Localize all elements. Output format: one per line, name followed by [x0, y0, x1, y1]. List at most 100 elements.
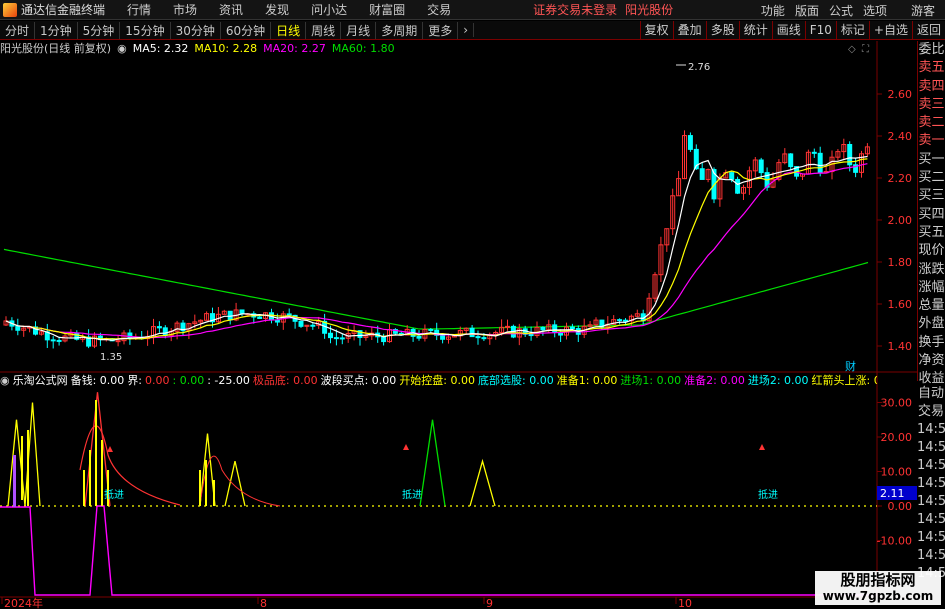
- candle-body: [156, 326, 162, 329]
- indicator-toggle-icon[interactable]: ◉: [0, 374, 10, 387]
- menu-gongshi[interactable]: 公式: [829, 2, 853, 19]
- indicator-value-9: 准备1: 0.00: [556, 374, 618, 387]
- red-arrow-icon: [107, 446, 113, 452]
- candle-body: [162, 327, 168, 336]
- period-monthly[interactable]: 月线: [341, 21, 377, 39]
- red-arrow-icon: [759, 444, 765, 450]
- bottom-sidebar-item-6[interactable]: 14:56: [917, 493, 945, 511]
- bottom-sidebar-item-3[interactable]: 14:56: [917, 439, 945, 457]
- tool-add-watchlist[interactable]: +自选: [868, 21, 912, 40]
- sidebar-item-17[interactable]: 净资: [918, 352, 945, 370]
- sidebar-item-0[interactable]: 委比: [918, 41, 945, 59]
- menu-wenxiaoda[interactable]: 问小达: [311, 1, 347, 18]
- sidebar-item-13[interactable]: 涨幅: [918, 279, 945, 297]
- menu-faxian[interactable]: 发现: [265, 1, 289, 18]
- sidebar-item-6[interactable]: 买一: [918, 151, 945, 169]
- tool-diejia[interactable]: 叠加: [672, 21, 706, 40]
- kline-chart[interactable]: 2.60 2.40 2.20 2.00 1.80 1.60 1.40 2.76 1.35 财 ◇ ⛶ 3…: [0, 0, 945, 609]
- watermark-logo: 股朋指标网 www.7gpzb.com: [815, 571, 941, 605]
- period-30min[interactable]: 30分钟: [171, 21, 221, 39]
- menu-shichang[interactable]: 市场: [173, 1, 197, 18]
- price-axis-label: 2.60: [888, 88, 913, 101]
- price-axis-label: 2.00: [888, 214, 913, 227]
- menu-gongneng[interactable]: 功能: [761, 2, 785, 19]
- sidebar-item-3[interactable]: 卖三: [918, 96, 945, 114]
- bottom-sidebar-item-2[interactable]: 14:56: [917, 421, 945, 439]
- bottom-sidebar-item-1[interactable]: 交易: [917, 403, 945, 421]
- candle-body: [333, 337, 339, 340]
- login-warning[interactable]: 证券交易未登录: [533, 1, 617, 18]
- period-more[interactable]: 更多: [423, 21, 459, 39]
- sidebar-item-4[interactable]: 卖二: [918, 114, 945, 132]
- candle-body: [481, 337, 487, 340]
- bottom-sidebar-item-8[interactable]: 14:56: [917, 529, 945, 547]
- menu-banmian[interactable]: 版面: [795, 2, 819, 19]
- ind-axis-label: 10.00: [881, 466, 913, 479]
- candle-body: [50, 339, 56, 342]
- period-daily[interactable]: 日线: [271, 21, 307, 39]
- menu-zixun[interactable]: 资讯: [219, 1, 243, 18]
- diamond-icon: ◇: [848, 44, 856, 55]
- candle-body: [758, 159, 764, 174]
- red-arrow-icon: [403, 444, 409, 450]
- chevron-right-icon[interactable]: ›: [458, 23, 475, 37]
- bottom-sidebar-item-5[interactable]: 14:56: [917, 475, 945, 493]
- tool-biaoji[interactable]: 标记: [835, 21, 869, 40]
- tool-huaxian[interactable]: 画线: [771, 21, 805, 40]
- period-5min[interactable]: 5分钟: [78, 21, 121, 39]
- signal-label: 抵进: [104, 488, 124, 501]
- ma10-value: MA10: 2.28: [194, 41, 258, 55]
- period-15min[interactable]: 15分钟: [120, 21, 171, 39]
- candle-body: [735, 178, 741, 194]
- tool-duogu[interactable]: 多股: [705, 21, 739, 40]
- candle-body: [416, 335, 422, 339]
- ma60-line: [3, 248, 869, 330]
- sidebar-item-14[interactable]: 总量: [918, 297, 945, 315]
- sidebar-item-8[interactable]: 买三: [918, 187, 945, 205]
- period-multi[interactable]: 多周期: [376, 21, 424, 39]
- value-badge: 2.11: [880, 487, 905, 500]
- tool-fuquan[interactable]: 复权: [639, 21, 673, 40]
- price-axis-label: 1.80: [888, 256, 913, 269]
- tool-back[interactable]: 返回: [911, 21, 945, 40]
- app-title: 通达信金融终端: [21, 3, 106, 17]
- bottom-sidebar-item-4[interactable]: 14:56: [917, 457, 945, 475]
- sidebar-item-15[interactable]: 外盘: [918, 315, 945, 333]
- sidebar-item-11[interactable]: 现价: [918, 242, 945, 260]
- candle-body: [339, 337, 345, 340]
- bottom-sidebar-item-7[interactable]: 14:56: [917, 511, 945, 529]
- sidebar-item-1[interactable]: 卖五: [918, 59, 945, 77]
- tool-f10[interactable]: F10: [804, 21, 836, 40]
- sidebar-item-9[interactable]: 买四: [918, 206, 945, 224]
- high-price-label: 2.76: [688, 62, 710, 73]
- expand-icon: ⛶: [861, 44, 870, 55]
- menu-xuanxiang[interactable]: 选项: [863, 2, 887, 19]
- indicator-peak: [224, 461, 246, 507]
- candle-body: [298, 320, 304, 327]
- low-price-label: 1.35: [100, 352, 122, 363]
- candle-body: [687, 135, 693, 150]
- sidebar-item-16[interactable]: 换手: [918, 334, 945, 352]
- bottom-sidebar-item-0[interactable]: 自动: [917, 385, 945, 403]
- period-60min[interactable]: 60分钟: [221, 21, 272, 39]
- bottom-sidebar-item-9[interactable]: 14:56: [917, 547, 945, 565]
- menu-hangqing[interactable]: 行情: [127, 1, 151, 18]
- sidebar-item-12[interactable]: 涨跌: [918, 261, 945, 279]
- candle-body: [699, 168, 705, 180]
- ma60-value: MA60: 1.80: [331, 41, 395, 55]
- tool-tongji[interactable]: 统计: [738, 21, 772, 40]
- sidebar-item-5[interactable]: 卖一: [918, 132, 945, 150]
- sidebar-item-10[interactable]: 买五: [918, 224, 945, 242]
- app-logo-icon: [3, 2, 17, 17]
- ma-toggle-icon[interactable]: ◉: [117, 42, 127, 55]
- indicator-value-0: 备钱: 0.00: [70, 374, 125, 387]
- sidebar-item-2[interactable]: 卖四: [918, 78, 945, 96]
- xaxis-label: 2024年: [4, 596, 43, 609]
- menu-jiaoyi[interactable]: 交易: [427, 1, 451, 18]
- period-fenshi[interactable]: 分时: [0, 21, 36, 39]
- sidebar-item-7[interactable]: 买二: [918, 169, 945, 187]
- user-guest[interactable]: 游客: [911, 2, 935, 19]
- menu-caifuquan[interactable]: 财富圈: [369, 1, 405, 18]
- period-1min[interactable]: 1分钟: [35, 21, 78, 39]
- period-weekly[interactable]: 周线: [306, 21, 342, 39]
